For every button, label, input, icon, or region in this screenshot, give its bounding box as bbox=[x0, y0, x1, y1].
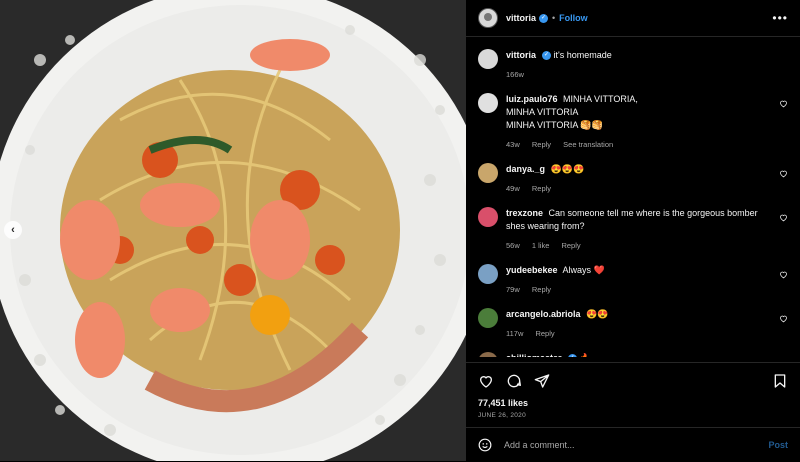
reply-button[interactable]: Reply bbox=[532, 184, 551, 193]
verified-badge-icon: ✓ bbox=[539, 13, 549, 23]
verified-badge-icon: ✓ bbox=[567, 354, 577, 357]
caption-time[interactable]: 166w bbox=[506, 70, 524, 79]
comment-time[interactable]: 43w bbox=[506, 140, 520, 149]
comment-item: trexzone Can someone tell me where is th… bbox=[478, 207, 788, 252]
post-header: vittoria ✓ • Follow ••• bbox=[466, 0, 800, 37]
more-options-icon[interactable]: ••• bbox=[772, 11, 788, 25]
comment-text: Always ❤️ bbox=[562, 265, 605, 275]
caption: vittoria ✓ it's homemade 166w bbox=[478, 49, 788, 81]
food-image bbox=[0, 0, 466, 461]
comment-time[interactable]: 56w bbox=[506, 241, 520, 250]
avatar[interactable] bbox=[478, 264, 498, 284]
avatar[interactable] bbox=[478, 163, 498, 183]
see-translation-button[interactable]: See translation bbox=[563, 140, 613, 149]
divider bbox=[466, 362, 800, 363]
share-icon[interactable] bbox=[534, 373, 550, 389]
comment-username[interactable]: arcangelo.abriola bbox=[506, 309, 581, 319]
comment-text: 🔥 bbox=[579, 353, 590, 357]
comments-list[interactable]: vittoria ✓ it's homemade 166w luiz.paulo7… bbox=[466, 37, 800, 357]
comment-bar: Post bbox=[466, 427, 800, 462]
reply-button[interactable]: Reply bbox=[535, 329, 554, 338]
follow-button[interactable]: Follow bbox=[559, 13, 588, 23]
comment-item: chilliomaster ✓ 🔥 bbox=[478, 352, 788, 357]
comment-time[interactable]: 79w bbox=[506, 285, 520, 294]
heart-icon[interactable] bbox=[779, 213, 788, 222]
comment-text: MINHA VITTORIA, bbox=[563, 94, 638, 104]
post-button[interactable]: Post bbox=[768, 440, 788, 450]
comment-icon[interactable] bbox=[506, 373, 522, 389]
comment-text: 😍😍😍 bbox=[550, 164, 585, 174]
comment-time[interactable]: 49w bbox=[506, 184, 520, 193]
likes-count[interactable]: 1 like bbox=[532, 241, 550, 250]
comment-item: arcangelo.abriola 😍😍 117w Reply bbox=[478, 308, 788, 340]
smiley-icon[interactable] bbox=[478, 438, 492, 452]
reply-button[interactable]: Reply bbox=[561, 241, 580, 250]
avatar[interactable] bbox=[478, 308, 498, 328]
reply-button[interactable]: Reply bbox=[532, 285, 551, 294]
likes-count[interactable]: 77,451 likes bbox=[478, 398, 528, 408]
heart-icon[interactable] bbox=[779, 99, 788, 108]
comment-text: MINHA VITTORIA 🥞🥞 bbox=[506, 120, 603, 130]
post-date[interactable]: JUNE 26, 2020 bbox=[478, 412, 526, 419]
heart-icon[interactable] bbox=[779, 169, 788, 178]
avatar[interactable] bbox=[478, 207, 498, 227]
comment-text: MINHA VITTORIA bbox=[506, 107, 579, 117]
bookmark-icon[interactable] bbox=[772, 373, 788, 389]
author-name[interactable]: vittoria bbox=[506, 13, 536, 23]
comment-username[interactable]: danya._g bbox=[506, 164, 545, 174]
verified-badge-icon: ✓ bbox=[542, 51, 552, 61]
separator-dot: • bbox=[552, 13, 556, 23]
comment-username[interactable]: trexzone bbox=[506, 208, 543, 218]
avatar[interactable] bbox=[478, 49, 498, 69]
heart-icon[interactable] bbox=[478, 373, 494, 389]
chevron-left-icon[interactable]: ‹ bbox=[4, 221, 22, 239]
action-bar bbox=[478, 370, 788, 392]
post-photo[interactable]: ‹ bbox=[0, 0, 466, 461]
avatar[interactable] bbox=[478, 8, 498, 28]
comment-text: Can someone tell me where is the gorgeou… bbox=[506, 208, 758, 231]
comment-username[interactable]: luiz.paulo76 bbox=[506, 94, 558, 104]
comment-time[interactable]: 117w bbox=[506, 329, 523, 338]
comment-username[interactable]: yudeebekee bbox=[506, 265, 558, 275]
heart-icon[interactable] bbox=[779, 314, 788, 323]
comment-text: 😍😍 bbox=[586, 309, 609, 319]
comment-item: luiz.paulo76 MINHA VITTORIA, MINHA VITTO… bbox=[478, 93, 788, 151]
comment-item: yudeebekee Always ❤️ 79w Reply bbox=[478, 264, 788, 296]
comment-input[interactable] bbox=[502, 439, 769, 451]
comment-username[interactable]: chilliomaster bbox=[506, 353, 562, 357]
heart-icon[interactable] bbox=[779, 270, 788, 279]
post-panel: vittoria ✓ • Follow ••• vittoria ✓ it's h… bbox=[466, 0, 800, 461]
reply-button[interactable]: Reply bbox=[532, 140, 551, 149]
comment-item: danya._g 😍😍😍 49w Reply bbox=[478, 163, 788, 195]
caption-text: it's homemade bbox=[553, 50, 612, 60]
avatar[interactable] bbox=[478, 352, 498, 357]
avatar[interactable] bbox=[478, 93, 498, 113]
caption-username[interactable]: vittoria bbox=[506, 50, 536, 60]
